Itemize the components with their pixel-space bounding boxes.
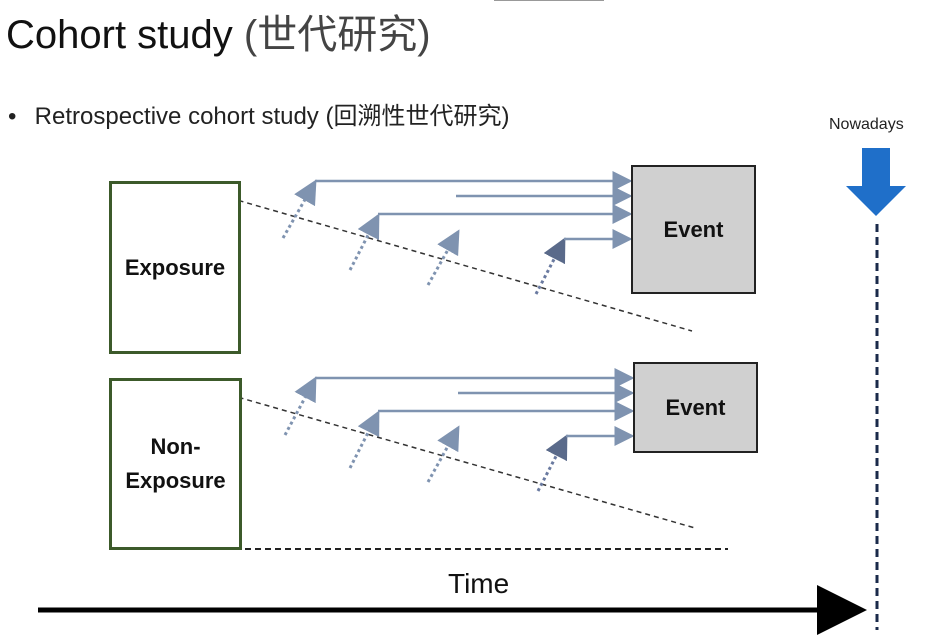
- non-exposure-box: Non- Exposure: [109, 378, 242, 550]
- time-label: Time: [448, 568, 510, 599]
- event-box-top: Event: [631, 165, 756, 294]
- top-horizontal-arrows: [315, 171, 633, 249]
- top-dotted-arrows: [281, 179, 566, 295]
- top-followup-line: [177, 182, 693, 332]
- event-box-bottom: Event: [633, 362, 758, 453]
- exposure-box: Exposure: [109, 181, 241, 354]
- bottom-followup-line: [177, 379, 696, 529]
- event-label-bottom: Event: [665, 394, 726, 420]
- event-label-top: Event: [663, 216, 724, 242]
- bottom-horizontal-arrows: [315, 368, 635, 446]
- non-exposure-label-line1: Non-: [150, 434, 201, 459]
- exposure-label: Exposure: [124, 254, 226, 280]
- bottom-dotted-arrows: [283, 376, 568, 492]
- non-exposure-label-line2: Exposure: [125, 468, 226, 493]
- nowadays-arrow-icon: [846, 148, 906, 216]
